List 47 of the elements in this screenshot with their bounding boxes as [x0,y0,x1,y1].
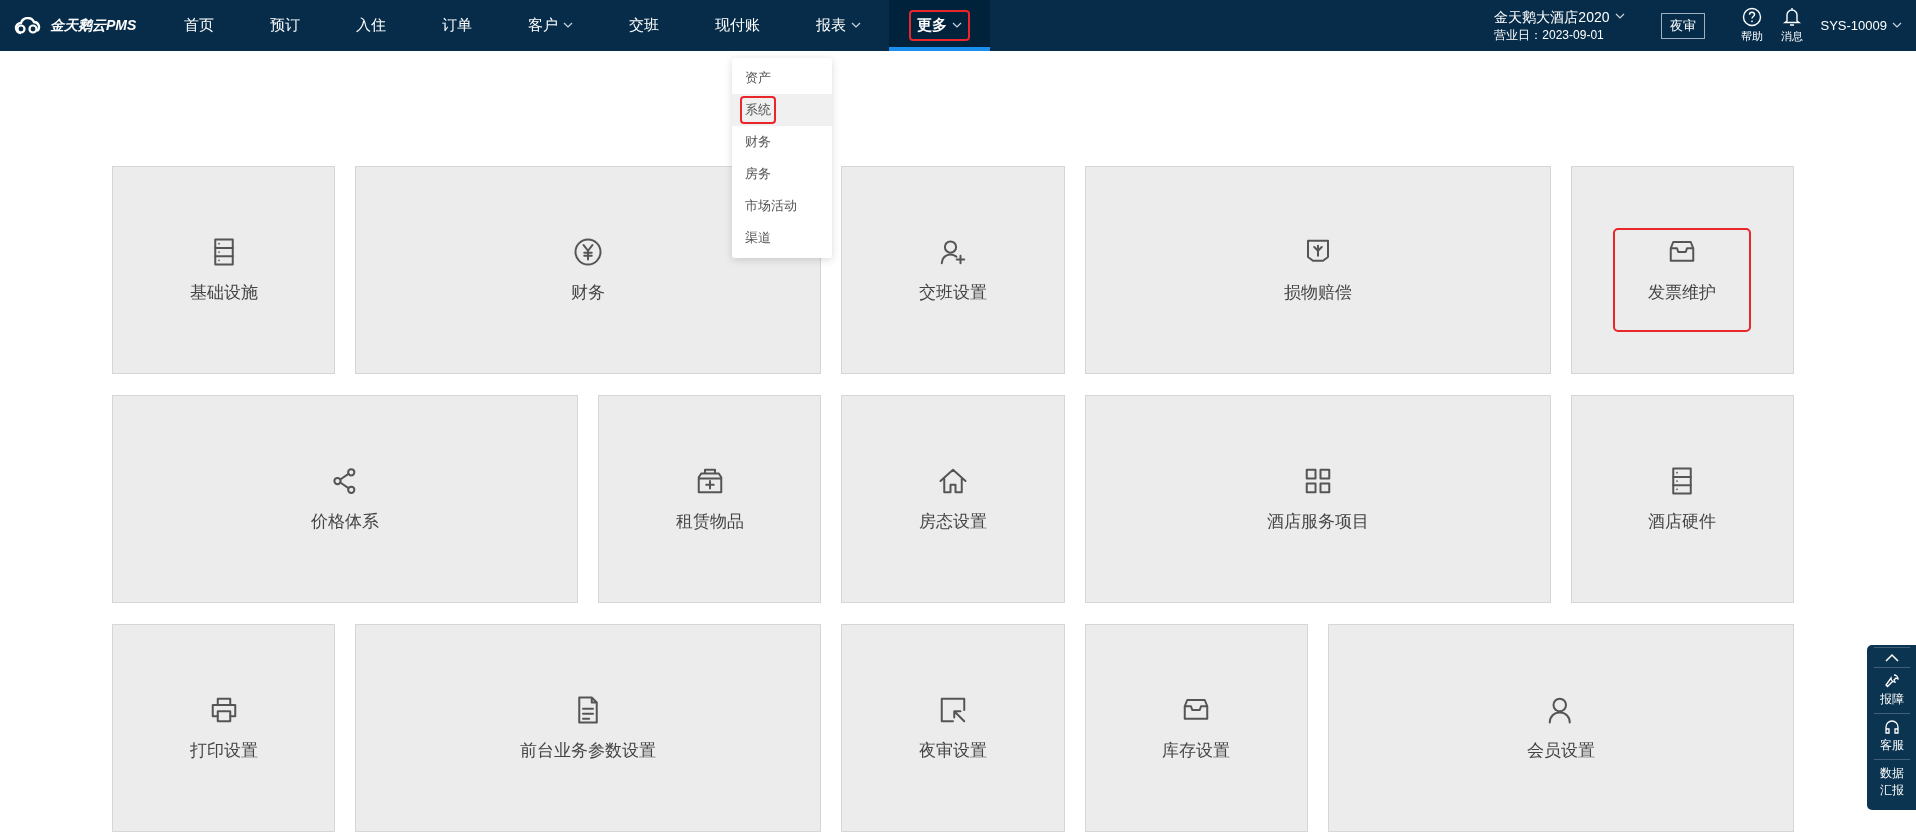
nav-tab[interactable]: 入住 [328,0,414,51]
headset-icon [1883,719,1900,735]
settings-tile[interactable]: 夜审设置 [841,624,1065,832]
user-menu[interactable]: SYS-10009 [1820,18,1902,33]
settings-tile[interactable]: 酒店服务项目 [1084,395,1551,603]
side-panel-button[interactable]: 客服 [1873,713,1910,759]
caret-icon [563,22,573,29]
nav-tab[interactable]: 订单 [414,0,500,51]
messages-button[interactable]: 消息 [1780,7,1803,44]
settings-tile[interactable]: 基础设施 [112,166,336,374]
help-button[interactable]: 帮助 [1740,7,1763,44]
wrench-icon [1883,673,1900,689]
nav-tab[interactable]: 现付账 [687,0,788,51]
caret-icon [1892,22,1902,29]
night-audit-button[interactable]: 夜审 [1660,12,1705,39]
nav-tab[interactable]: 预订 [242,0,328,51]
settings-tile[interactable]: 前台业务参数设置 [355,624,822,832]
settings-tile[interactable]: 会员设置 [1327,624,1794,832]
settings-tile[interactable]: 库存设置 [1084,624,1308,832]
nav-tab[interactable]: 首页 [156,0,242,51]
settings-tile[interactable]: 打印设置 [112,624,336,832]
bell-icon [1781,7,1802,27]
settings-tile[interactable]: 损物赔偿 [1084,166,1551,374]
business-day-text: 营业日：2023-09-01 [1494,26,1605,44]
settings-tile[interactable]: 房态设置 [841,395,1065,603]
data-report-button[interactable]: 数据汇报 [1873,759,1910,804]
help-icon [1741,7,1762,27]
settings-tile[interactable]: 发票维护 [1570,166,1794,374]
caret-icon [1614,13,1625,20]
chevron-up-icon [1884,653,1899,662]
menu-item[interactable]: 系统 [732,94,832,126]
menu-item[interactable]: 资产 [732,62,832,94]
app-logo-text: 金天鹅云PMS [50,16,137,35]
nav-tab[interactable]: 交班 [601,0,687,51]
nav-tab[interactable]: 报表 [788,0,889,51]
settings-tile[interactable]: 租赁物品 [598,395,822,603]
side-panel-button[interactable]: 报障 [1873,667,1910,713]
settings-tile[interactable]: 交班设置 [841,166,1065,374]
yen-icon [573,236,604,267]
menu-item[interactable]: 财务 [732,126,832,158]
nav-tab[interactable]: 更多 [889,0,990,51]
hotel-selector[interactable]: 金天鹅大酒店2020 [1494,7,1625,26]
caret-icon [952,22,962,29]
caret-icon [851,22,861,29]
nav-tab[interactable]: 客户 [500,0,601,51]
settings-tile[interactable]: 价格体系 [112,395,579,603]
settings-tile[interactable]: 酒店硬件 [1570,395,1794,603]
